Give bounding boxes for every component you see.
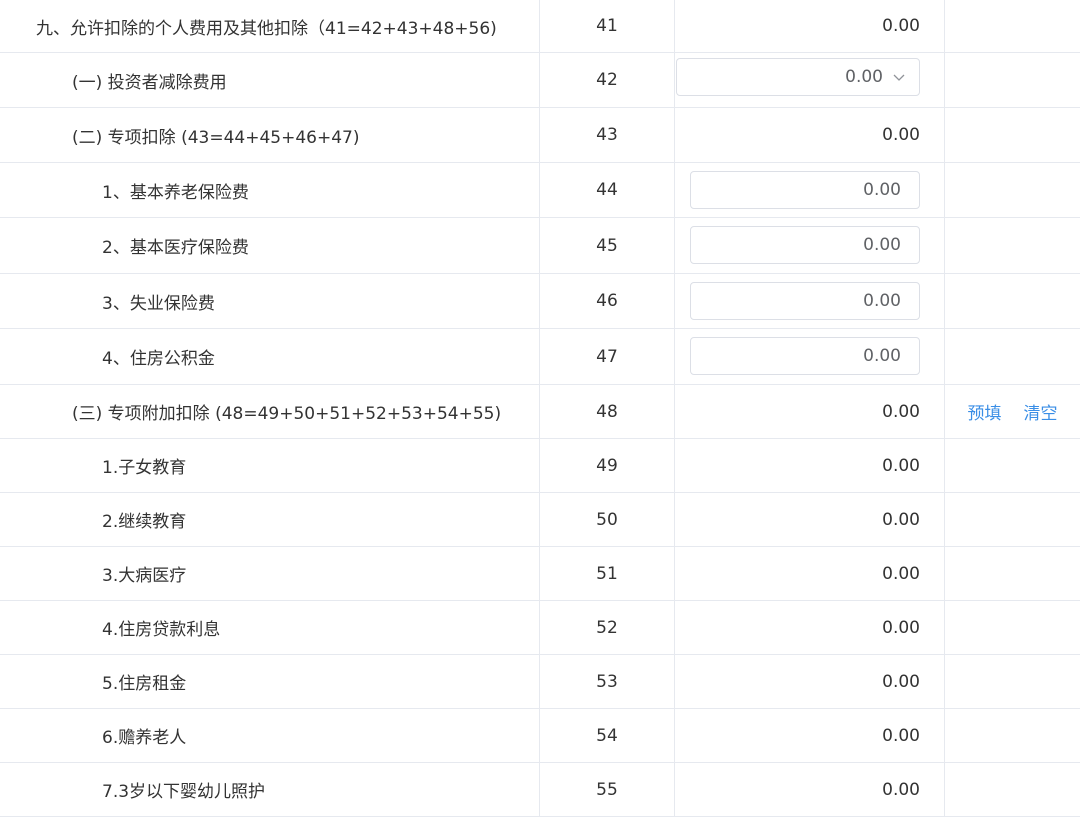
row-value: 0.00	[675, 385, 945, 438]
pension-insurance-input[interactable]: 0.00	[690, 171, 920, 209]
investor-deduction-select[interactable]: 0.00	[676, 58, 920, 96]
table-row-52: 4.住房贷款利息 52 0.00	[0, 601, 1080, 655]
row-value: 0.00	[675, 493, 945, 546]
housing-fund-input[interactable]: 0.00	[690, 337, 920, 375]
row-number: 42	[540, 53, 675, 107]
medical-insurance-input[interactable]: 0.00	[690, 226, 920, 264]
row-value: 0.00	[675, 0, 945, 52]
row-label: 2.继续教育	[0, 493, 540, 546]
table-row-46: 3、失业保险费 46 0.00	[0, 274, 1080, 329]
row-number: 50	[540, 493, 675, 546]
table-row-51: 3.大病医疗 51 0.00	[0, 547, 1080, 601]
row-label: 5.住房租金	[0, 655, 540, 708]
deduction-table: 九、允许扣除的个人费用及其他扣除（41=42+43+48+56) 41 0.00…	[0, 0, 1080, 817]
row-actions	[945, 709, 1080, 762]
row-label: 2、基本医疗保险费	[0, 218, 540, 273]
table-row-55: 7.3岁以下婴幼儿照护 55 0.00	[0, 763, 1080, 817]
row-actions	[945, 493, 1080, 546]
row-label: 九、允许扣除的个人费用及其他扣除（41=42+43+48+56)	[0, 0, 540, 52]
row-actions	[945, 53, 1080, 107]
row-value: 0.00	[675, 601, 945, 654]
row-actions	[945, 655, 1080, 708]
select-value: 0.00	[845, 67, 883, 87]
row-actions	[945, 274, 1080, 328]
table-row-45: 2、基本医疗保险费 45 0.00	[0, 218, 1080, 274]
row-label: 3、失业保险费	[0, 274, 540, 328]
row-value: 0.00	[675, 439, 945, 492]
row-number: 54	[540, 709, 675, 762]
row-number: 52	[540, 601, 675, 654]
table-row-42: (一) 投资者减除费用 42 0.00	[0, 53, 1080, 108]
row-value: 0.00	[675, 108, 945, 162]
table-row-43: (二) 专项扣除 (43=44+45+46+47) 43 0.00	[0, 108, 1080, 163]
row-number: 44	[540, 163, 675, 217]
row-value: 0.00	[675, 709, 945, 762]
table-row-41: 九、允许扣除的个人费用及其他扣除（41=42+43+48+56) 41 0.00	[0, 0, 1080, 53]
row-number: 53	[540, 655, 675, 708]
row-actions	[945, 0, 1080, 52]
unemployment-insurance-input[interactable]: 0.00	[690, 282, 920, 320]
table-row-44: 1、基本养老保险费 44 0.00	[0, 163, 1080, 218]
row-value: 0.00	[675, 655, 945, 708]
row-value-cell: 0.00	[675, 53, 945, 107]
row-label: (二) 专项扣除 (43=44+45+46+47)	[0, 108, 540, 162]
row-label: 1、基本养老保险费	[0, 163, 540, 217]
table-row-48: (三) 专项附加扣除 (48=49+50+51+52+53+54+55) 48 …	[0, 385, 1080, 439]
prefill-link[interactable]: 预填	[968, 399, 1002, 424]
row-number: 55	[540, 763, 675, 816]
row-actions	[945, 108, 1080, 162]
row-number: 41	[540, 0, 675, 52]
row-label: 7.3岁以下婴幼儿照护	[0, 763, 540, 816]
row-actions	[945, 218, 1080, 273]
row-actions: 预填 清空	[945, 385, 1080, 438]
row-label: 1.子女教育	[0, 439, 540, 492]
row-label: 6.赡养老人	[0, 709, 540, 762]
row-value-cell: 0.00	[675, 274, 945, 328]
row-number: 45	[540, 218, 675, 273]
table-row-49: 1.子女教育 49 0.00	[0, 439, 1080, 493]
table-row-53: 5.住房租金 53 0.00	[0, 655, 1080, 709]
table-row-50: 2.继续教育 50 0.00	[0, 493, 1080, 547]
row-value-cell: 0.00	[675, 163, 945, 217]
row-actions	[945, 763, 1080, 816]
row-value-cell: 0.00	[675, 329, 945, 384]
row-value: 0.00	[675, 547, 945, 600]
row-actions	[945, 547, 1080, 600]
row-value-cell: 0.00	[675, 218, 945, 273]
chevron-down-icon	[893, 74, 905, 81]
row-number: 47	[540, 329, 675, 384]
row-number: 49	[540, 439, 675, 492]
row-actions	[945, 163, 1080, 217]
clear-link[interactable]: 清空	[1024, 399, 1058, 424]
table-row-54: 6.赡养老人 54 0.00	[0, 709, 1080, 763]
row-number: 51	[540, 547, 675, 600]
row-label: (三) 专项附加扣除 (48=49+50+51+52+53+54+55)	[0, 385, 540, 438]
row-number: 48	[540, 385, 675, 438]
row-value: 0.00	[675, 763, 945, 816]
row-actions	[945, 439, 1080, 492]
row-number: 43	[540, 108, 675, 162]
row-number: 46	[540, 274, 675, 328]
row-label: 4、住房公积金	[0, 329, 540, 384]
row-actions	[945, 601, 1080, 654]
row-label: 3.大病医疗	[0, 547, 540, 600]
row-label: (一) 投资者减除费用	[0, 53, 540, 107]
row-actions	[945, 329, 1080, 384]
table-row-47: 4、住房公积金 47 0.00	[0, 329, 1080, 385]
row-label: 4.住房贷款利息	[0, 601, 540, 654]
